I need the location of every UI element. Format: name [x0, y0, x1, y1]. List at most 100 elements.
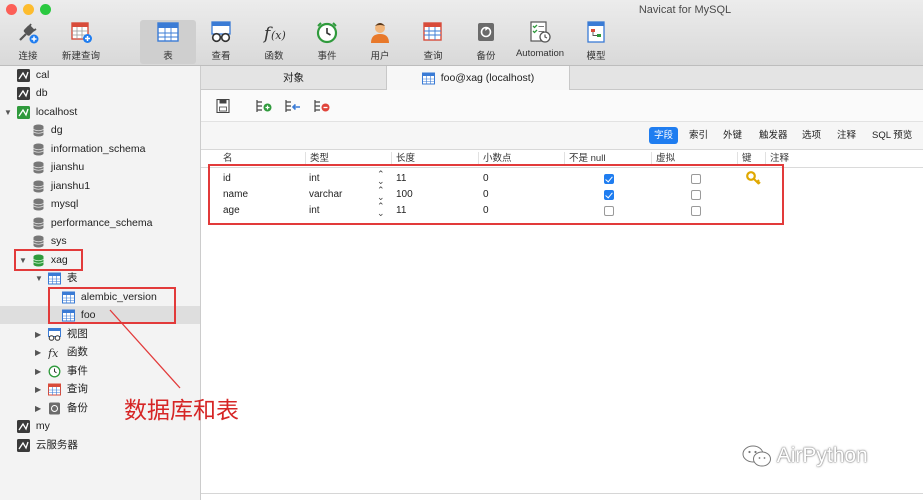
backups-group[interactable]: ▶ 备份 — [35, 399, 88, 417]
checklist-clock-icon — [528, 20, 552, 44]
virtual-checkbox[interactable] — [691, 174, 701, 184]
query-grid-icon — [48, 383, 61, 396]
field-length-cell[interactable]: 100 — [396, 188, 413, 202]
column-header-comment[interactable]: 注释 — [765, 152, 789, 166]
field-tab-bar: 字段 索引 外键 触发器 选项 注释 SQL 预览 — [201, 122, 923, 150]
field-decimals-cell[interactable]: 0 — [483, 172, 489, 186]
events-group[interactable]: ▶ 事件 — [35, 362, 88, 380]
database-mysql-label: mysql — [51, 198, 78, 210]
table-button[interactable]: 表 — [140, 20, 196, 64]
connection-cloud-server-label: 云服务器 — [36, 439, 78, 451]
database-jianshu1-label: jianshu1 — [51, 180, 90, 192]
functions-group[interactable]: ▶ fx 函数 — [35, 343, 88, 361]
insert-field-icon[interactable] — [285, 99, 301, 113]
save-icon[interactable] — [215, 99, 231, 113]
database-icon — [32, 198, 45, 211]
database-jianshu1[interactable]: jianshu1 — [32, 177, 90, 195]
connection-cloud-server[interactable]: 云服务器 — [17, 436, 78, 454]
collapsed-triangle-icon[interactable]: ▶ — [35, 344, 45, 362]
field-name-cell[interactable]: age — [223, 204, 240, 218]
backup-button[interactable]: 备份 — [458, 20, 514, 64]
connection-localhost[interactable]: ▼ localhost — [4, 103, 77, 121]
connection-db[interactable]: db — [17, 84, 48, 102]
database-xag[interactable]: ▼ xag — [19, 251, 68, 269]
field-type-cell[interactable]: int — [309, 172, 320, 186]
expanded-triangle-icon[interactable]: ▼ — [4, 104, 14, 122]
connect-button[interactable]: 连接 — [0, 20, 56, 64]
connection-my-label: my — [36, 420, 50, 432]
collapsed-triangle-icon[interactable]: ▶ — [35, 326, 45, 344]
automation-button[interactable]: Automation — [512, 20, 568, 64]
table-row[interactable]: age int ⌃⌄ 11 0 — [201, 203, 923, 219]
database-information-schema[interactable]: information_schema — [32, 140, 145, 158]
tab-sql-preview[interactable]: SQL 预览 — [867, 127, 917, 144]
table-icon — [62, 309, 75, 322]
field-decimals-cell[interactable]: 0 — [483, 188, 489, 202]
mysql-connection-icon — [17, 87, 30, 100]
expanded-triangle-icon[interactable]: ▼ — [35, 270, 45, 288]
collapsed-triangle-icon[interactable]: ▶ — [35, 400, 45, 418]
table-row[interactable]: name varchar ⌃⌄ 100 0 — [201, 187, 923, 203]
views-group[interactable]: ▶ 视图 — [35, 325, 88, 343]
fields-grid-header: 名 类型 长度 小数点 不是 null 虚拟 键 注释 — [201, 150, 923, 168]
field-length-cell[interactable]: 11 — [396, 172, 406, 186]
field-type-cell[interactable]: varchar — [309, 188, 342, 202]
tab-triggers[interactable]: 触发器 — [754, 127, 793, 144]
add-field-icon[interactable] — [256, 99, 272, 113]
tab-fields[interactable]: 字段 — [649, 127, 678, 144]
not-null-checkbox[interactable] — [604, 174, 614, 184]
view-button[interactable]: 查看 — [193, 20, 249, 64]
tab-comment[interactable]: 注释 — [832, 127, 861, 144]
column-header-key[interactable]: 键 — [737, 152, 752, 166]
column-header-type[interactable]: 类型 — [305, 152, 329, 166]
tab-indexes[interactable]: 索引 — [684, 127, 713, 144]
type-stepper-icon[interactable]: ⌃⌄ — [377, 187, 385, 201]
field-length-cell[interactable]: 11 — [396, 204, 406, 218]
connection-my[interactable]: my — [17, 417, 50, 435]
database-jianshu[interactable]: jianshu — [32, 158, 84, 176]
function-button[interactable]: f (x) 函数 — [246, 20, 302, 64]
user-button[interactable]: 用户 — [352, 20, 408, 64]
database-performance-schema[interactable]: performance_schema — [32, 214, 152, 232]
collapsed-triangle-icon[interactable]: ▶ — [35, 363, 45, 381]
type-stepper-icon[interactable]: ⌃⌄ — [377, 171, 385, 185]
not-null-checkbox[interactable] — [604, 190, 614, 200]
tab-foo-design[interactable]: foo@xag (localhost) — [386, 66, 570, 90]
connection-cal[interactable]: cal — [17, 66, 49, 84]
collapsed-triangle-icon[interactable]: ▶ — [35, 381, 45, 399]
database-dg[interactable]: dg — [32, 121, 63, 139]
field-name-cell[interactable]: name — [223, 188, 248, 202]
column-header-decimals[interactable]: 小数点 — [478, 152, 512, 166]
table-row[interactable]: id int ⌃⌄ 11 0 — [201, 171, 923, 187]
queries-group-label: 查询 — [67, 383, 88, 395]
tab-options[interactable]: 选项 — [797, 127, 826, 144]
not-null-checkbox[interactable] — [604, 206, 614, 216]
field-type-cell[interactable]: int — [309, 204, 320, 218]
tables-group[interactable]: ▼ 表 — [35, 269, 77, 287]
column-header-not-null[interactable]: 不是 null — [564, 152, 605, 166]
query-button[interactable]: 查询 — [405, 20, 461, 64]
event-button[interactable]: 事件 — [299, 20, 355, 64]
delete-field-icon[interactable] — [314, 99, 330, 113]
database-sys[interactable]: sys — [32, 232, 67, 250]
function-fx-icon: f (x) — [262, 20, 286, 44]
primary-key-icon[interactable] — [746, 171, 762, 186]
column-header-length[interactable]: 长度 — [391, 152, 415, 166]
database-mysql[interactable]: mysql — [32, 195, 78, 213]
field-name-cell[interactable]: id — [223, 172, 231, 186]
queries-group[interactable]: ▶ 查询 — [35, 380, 88, 398]
svg-text:fx: fx — [48, 347, 59, 359]
window-title: Navicat for MySQL — [0, 4, 923, 16]
tab-foreign-keys[interactable]: 外键 — [718, 127, 747, 144]
database-information-schema-label: information_schema — [51, 143, 146, 155]
new-query-button[interactable]: 新建查询 — [53, 20, 109, 64]
tab-objects[interactable]: 对象 — [201, 66, 386, 90]
expanded-triangle-icon[interactable]: ▼ — [19, 252, 29, 270]
column-header-virtual[interactable]: 虚拟 — [651, 152, 675, 166]
virtual-checkbox[interactable] — [691, 206, 701, 216]
type-stepper-icon[interactable]: ⌃⌄ — [377, 203, 385, 217]
model-button[interactable]: 模型 — [568, 20, 624, 64]
field-decimals-cell[interactable]: 0 — [483, 204, 489, 218]
column-header-name[interactable]: 名 — [219, 152, 233, 166]
virtual-checkbox[interactable] — [691, 190, 701, 200]
